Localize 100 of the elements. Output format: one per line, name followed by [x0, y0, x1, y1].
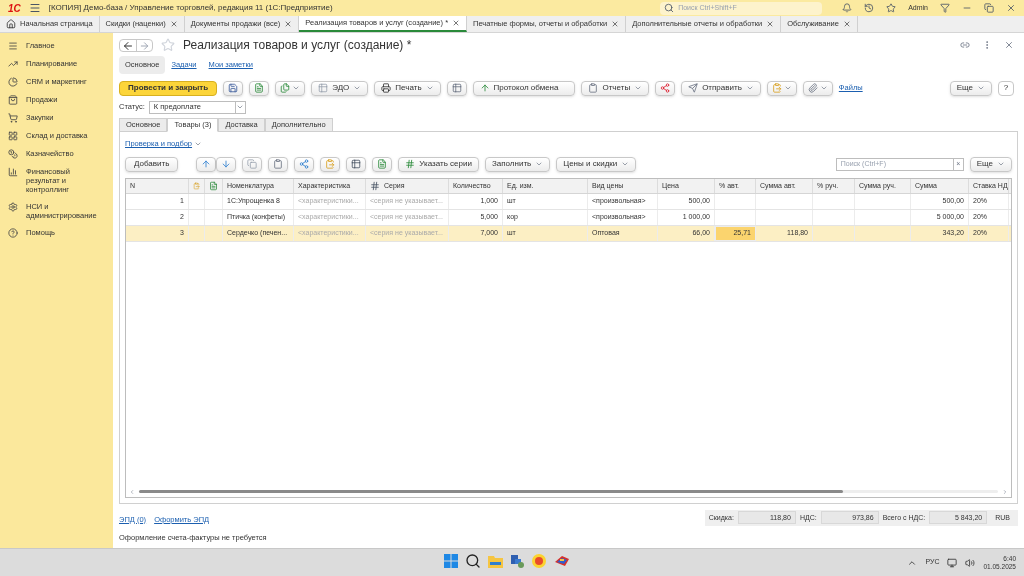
grid-icon	[8, 131, 18, 141]
clipboard-icon	[273, 159, 284, 169]
send-icon	[688, 83, 699, 93]
app-icon[interactable]	[554, 554, 570, 568]
hash-icon	[370, 181, 380, 191]
caret-icon	[535, 160, 544, 168]
caret-icon	[621, 160, 630, 168]
close-icon[interactable]	[284, 20, 293, 28]
create-based-button[interactable]	[275, 80, 306, 96]
structure-button[interactable]	[446, 80, 467, 96]
speaker-icon[interactable]	[965, 557, 976, 568]
cart-icon	[8, 113, 18, 123]
caret-icon	[194, 140, 203, 148]
table-icon	[451, 83, 462, 93]
funnel-icon[interactable]	[940, 3, 950, 13]
home-icon	[6, 19, 16, 29]
reports-button[interactable]: Отчеты	[581, 80, 650, 96]
help-button[interactable]: ?	[998, 80, 1014, 96]
close-icon[interactable]	[169, 20, 178, 28]
search-icon	[664, 3, 675, 13]
history-icon[interactable]	[864, 3, 875, 13]
move-up-button[interactable]	[196, 156, 217, 172]
form-title: Реализация товаров и услуг (создание) *	[183, 37, 412, 54]
prices-button[interactable]: Цены и скидки	[556, 156, 637, 172]
print-button[interactable]: Печать	[374, 80, 441, 96]
close-icon[interactable]	[611, 20, 620, 28]
documents-icon	[280, 83, 291, 93]
bar-chart-icon	[8, 167, 18, 177]
caret-icon	[745, 84, 754, 92]
move-down-button[interactable]	[216, 156, 237, 172]
caret-icon	[634, 84, 643, 92]
paste-button[interactable]	[268, 156, 289, 172]
specify-series-button[interactable]: Указать серии	[398, 156, 479, 172]
monitor-icon[interactable]	[947, 557, 958, 568]
fill-button[interactable]: Заполнить	[484, 156, 551, 172]
clipboard-icon	[325, 159, 336, 169]
caret-icon	[425, 84, 434, 92]
paperclip-icon	[807, 83, 818, 93]
close-icon[interactable]	[1004, 40, 1014, 50]
search-icon[interactable]	[465, 553, 481, 569]
folder-icon[interactable]	[488, 554, 503, 568]
window-title: [КОПИЯ] Демо-база / Управление торговлей, редакция 11 (1С:Предприятие)	[48, 2, 333, 14]
copy-icon	[247, 159, 258, 169]
add-button[interactable]: Добавить	[125, 156, 179, 172]
share-button[interactable]	[655, 80, 676, 96]
share-icon	[660, 83, 671, 93]
document-icon	[254, 83, 265, 93]
table-more-button[interactable]: Еще	[969, 156, 1012, 172]
menu-icon[interactable]	[28, 2, 41, 14]
settings-icon	[8, 202, 18, 212]
caret-icon	[783, 84, 792, 92]
send-button[interactable]: Отправить	[681, 80, 761, 96]
clipboard-icon	[193, 181, 200, 191]
arrow-up-icon	[201, 159, 212, 169]
horizontal-scrollbar[interactable]	[129, 488, 1008, 495]
logo[interactable]: 1С	[8, 0, 21, 16]
attachments-button[interactable]	[766, 80, 797, 96]
printer-icon	[381, 83, 392, 93]
windows-icon[interactable]	[444, 554, 458, 568]
more-button[interactable]: Еще	[949, 80, 992, 96]
scroll-right-icon[interactable]	[1002, 488, 1008, 495]
close-icon[interactable]	[766, 20, 775, 28]
link-icon[interactable]	[960, 40, 970, 50]
coins-icon	[8, 149, 18, 159]
restore-icon[interactable]	[984, 3, 994, 13]
caret-icon	[292, 84, 301, 92]
table-icon	[318, 83, 329, 93]
document-icon	[209, 181, 218, 191]
caret-icon	[236, 103, 245, 111]
edo-button[interactable]: ЭДО	[311, 80, 369, 96]
copy-button[interactable]	[242, 156, 263, 172]
close-icon[interactable]	[452, 19, 461, 27]
caret-icon	[977, 84, 985, 92]
table-icon	[351, 159, 362, 169]
document-button[interactable]	[249, 80, 270, 96]
close-icon[interactable]	[842, 20, 851, 28]
close-icon[interactable]	[1006, 3, 1016, 13]
hash-icon	[405, 159, 416, 169]
network-computer-icon[interactable]	[510, 554, 524, 568]
save-icon	[228, 83, 239, 93]
exchange-log-button[interactable]: Протокол обмена	[472, 80, 576, 96]
help-icon	[8, 228, 18, 238]
menu-icon	[8, 41, 18, 51]
document-icon	[377, 159, 388, 169]
star-icon[interactable]	[886, 3, 897, 13]
clipboard-icon	[771, 83, 782, 93]
trend-icon	[8, 59, 18, 69]
bag-icon	[8, 95, 18, 105]
share-icon	[299, 159, 310, 169]
scroll-left-icon[interactable]	[129, 488, 135, 495]
save-button[interactable]	[223, 80, 244, 96]
caret-icon	[353, 84, 362, 92]
arrow-down-icon	[221, 159, 232, 169]
caret-icon	[997, 160, 1005, 168]
attach-button[interactable]	[802, 80, 833, 96]
bell-icon[interactable]	[842, 3, 853, 13]
clipboard-icon	[588, 83, 599, 93]
app-icon[interactable]	[531, 553, 547, 569]
post-and-close-button[interactable]: Провести и закрыть	[119, 80, 218, 96]
arrows-icon	[479, 83, 490, 93]
